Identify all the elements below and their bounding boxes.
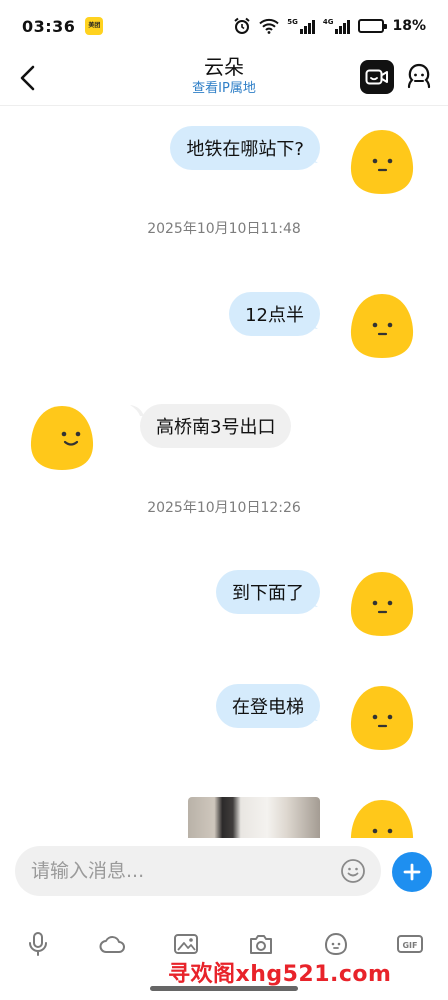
signal-4g-label: 4G (322, 18, 334, 26)
composer (0, 838, 448, 908)
video-call-icon (365, 69, 388, 85)
message-input-container[interactable] (15, 846, 381, 896)
cloud-button[interactable] (96, 928, 128, 960)
status-indicators: 5G 4G 18% (233, 17, 426, 35)
battery-percent: 18% (392, 18, 426, 34)
image-icon (174, 934, 198, 954)
gif-icon: GIF (397, 935, 423, 953)
signal-5g-icon: 5G (287, 18, 315, 34)
profile-button[interactable] (404, 62, 434, 92)
signal-4g-icon: 4G (323, 18, 351, 34)
my-avatar[interactable] (346, 568, 418, 640)
home-indicator[interactable] (150, 986, 298, 991)
watermark-text: 寻欢阁xhg521.com (168, 962, 392, 987)
smiley-icon (341, 859, 365, 883)
microphone-icon (29, 932, 47, 956)
message-row (0, 792, 448, 838)
message-row: 到下面了 (0, 564, 448, 640)
photo-message[interactable] (188, 797, 320, 838)
message-text: 高桥南3号出口 (156, 417, 276, 438)
wifi-icon (259, 18, 279, 34)
my-avatar[interactable] (346, 126, 418, 198)
message-input[interactable] (31, 860, 339, 882)
message-row: 12点半 (0, 286, 448, 362)
status-time: 03:36 (22, 16, 76, 36)
message-text: 到下面了 (232, 583, 304, 604)
timestamp-divider: 2025年10月10日11:48 (147, 221, 301, 237)
outgoing-bubble[interactable]: 地铁在哪站下? (170, 126, 320, 170)
message-list[interactable]: 地铁在哪站下? 2025年10月10日11:48 12点半 高桥南3号出口 20… (0, 106, 448, 838)
message-row: 地铁在哪站下? (0, 122, 448, 198)
message-text: 地铁在哪站下? (186, 139, 304, 160)
my-avatar[interactable] (346, 290, 418, 362)
bubble-tail (304, 710, 318, 721)
video-call-button[interactable] (360, 60, 394, 94)
meituan-app-icon: 美团 (85, 17, 104, 35)
emoji-button[interactable] (339, 857, 367, 885)
message-text: 12点半 (245, 305, 304, 326)
signal-5g-label: 5G (287, 18, 298, 26)
contact-avatar[interactable] (26, 402, 98, 474)
chat-header: 云朵 查看IP属地 (0, 52, 448, 106)
svg-text:GIF: GIF (402, 941, 417, 950)
emoji-face-icon (324, 932, 348, 956)
more-actions-button[interactable] (392, 852, 432, 892)
bubble-tail (304, 596, 318, 607)
my-avatar[interactable] (346, 796, 418, 838)
cloud-icon (99, 936, 125, 953)
gif-button[interactable]: GIF (394, 928, 426, 960)
incoming-bubble[interactable]: 高桥南3号出口 (140, 404, 292, 448)
message-row: 在登电梯 (0, 678, 448, 754)
profile-face-icon (407, 63, 431, 89)
alarm-icon (233, 17, 251, 35)
message-row: 高桥南3号出口 (0, 400, 448, 476)
timestamp-divider: 2025年10月10日12:26 (147, 500, 301, 516)
bubble-tail (304, 152, 318, 163)
status-bar: 03:36 美团 5G 4G 18% (0, 0, 448, 52)
camera-icon (250, 935, 272, 954)
bubble-tail (304, 318, 318, 329)
message-text: 在登电梯 (232, 697, 304, 718)
battery-icon (358, 19, 388, 33)
plus-icon (403, 863, 421, 881)
my-avatar[interactable] (346, 682, 418, 754)
voice-button[interactable] (22, 928, 54, 960)
